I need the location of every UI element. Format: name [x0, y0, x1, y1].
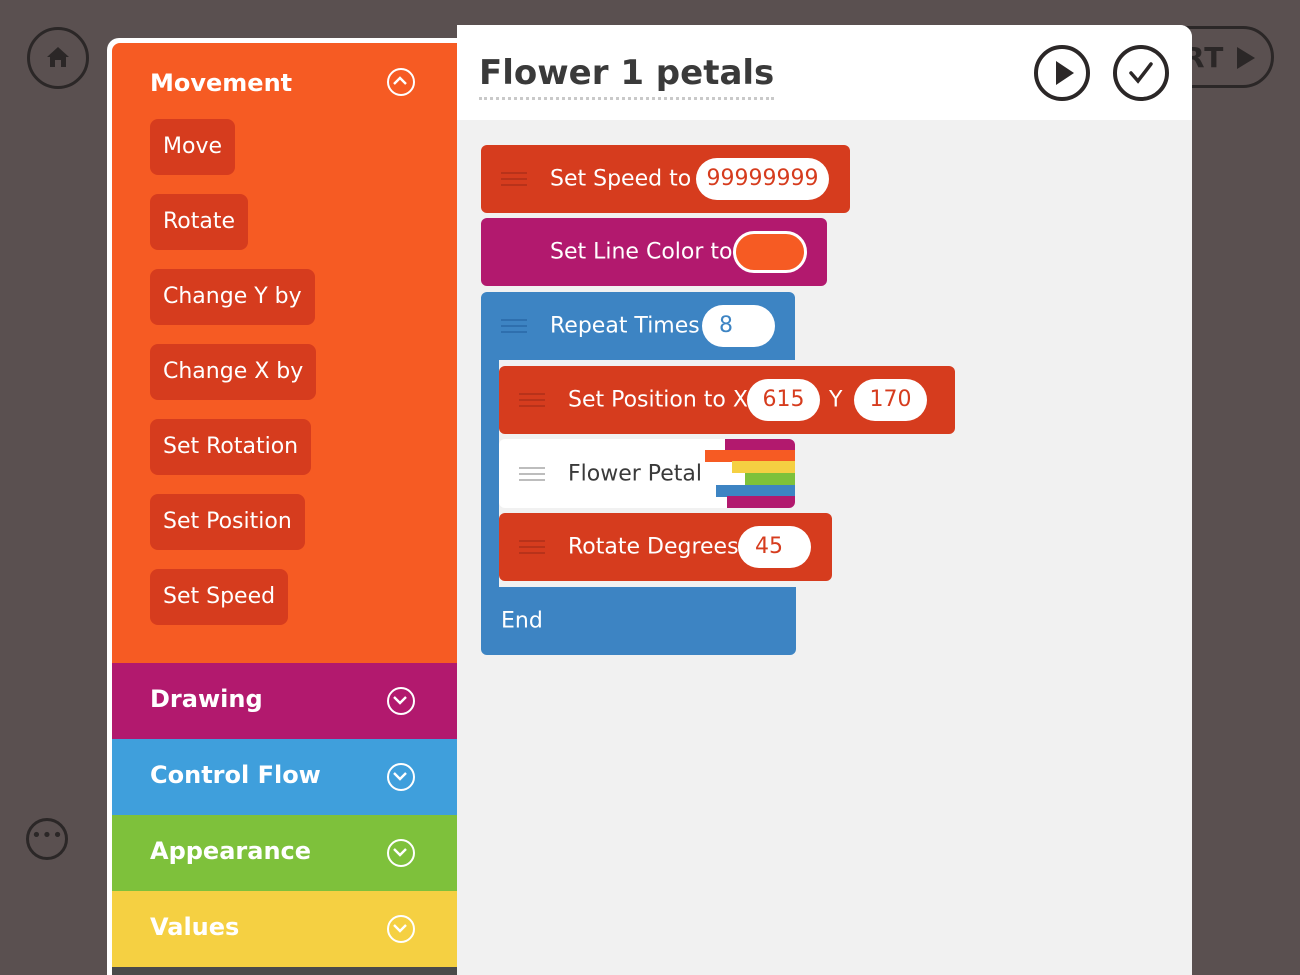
- category-title: Values: [150, 913, 240, 941]
- category-next: [112, 967, 457, 975]
- repeat-count-input[interactable]: 8: [702, 305, 775, 347]
- palette-block-change-x[interactable]: Change X by: [150, 344, 317, 400]
- rainbow-icon: [705, 439, 795, 508]
- category-title[interactable]: Movement: [150, 69, 292, 97]
- block-end[interactable]: End: [481, 587, 796, 655]
- more-dots-icon: •••: [31, 825, 63, 846]
- block-label: Rotate Degrees: [568, 534, 739, 560]
- chevron-down-icon[interactable]: [387, 763, 415, 791]
- block-set-position[interactable]: Set Position to X 615 Y 170: [499, 366, 955, 434]
- drag-handle-icon[interactable]: [519, 393, 545, 407]
- run-button[interactable]: [1034, 45, 1090, 101]
- palette-block-set-rotation[interactable]: Set Rotation: [150, 419, 312, 475]
- category-appearance[interactable]: Appearance: [112, 815, 457, 891]
- speed-value-input[interactable]: 99999999: [696, 158, 829, 200]
- block-label: Set Position to X: [568, 387, 748, 413]
- drag-handle-icon[interactable]: [501, 172, 527, 186]
- y-label: Y: [829, 387, 843, 413]
- block-set-line-color[interactable]: Set Line Color to: [481, 218, 827, 286]
- palette-block-set-speed[interactable]: Set Speed: [150, 569, 289, 625]
- category-control-flow[interactable]: Control Flow: [112, 739, 457, 815]
- done-button[interactable]: [1113, 45, 1169, 101]
- script-editor: Flower 1 petals Set Speed to 99999999 Se…: [457, 25, 1192, 975]
- drag-handle-icon[interactable]: [519, 466, 545, 481]
- category-drawing[interactable]: Drawing: [112, 663, 457, 739]
- home-icon: [45, 44, 71, 74]
- editor-header: Flower 1 petals: [457, 25, 1192, 120]
- block-repeat[interactable]: Repeat Times 8: [481, 292, 795, 360]
- palette-block-move[interactable]: Move: [150, 119, 235, 175]
- checkmark-icon: [1127, 59, 1155, 91]
- chevron-down-icon[interactable]: [387, 839, 415, 867]
- block-palette: Movement Move Rotate Change Y by Change …: [107, 38, 457, 975]
- block-label: End: [501, 608, 543, 634]
- block-rotate-degrees[interactable]: Rotate Degrees 45: [499, 513, 832, 581]
- more-options-button[interactable]: •••: [26, 818, 68, 860]
- chevron-down-icon[interactable]: [387, 915, 415, 943]
- script-title[interactable]: Flower 1 petals: [479, 53, 775, 100]
- block-label: Repeat Times: [550, 313, 700, 339]
- play-arrow-icon: [1237, 47, 1255, 69]
- chevron-up-icon[interactable]: [387, 68, 415, 96]
- block-label: Set Line Color to: [550, 239, 733, 265]
- color-swatch-input[interactable]: [733, 231, 807, 273]
- category-movement: Movement Move Rotate Change Y by Change …: [112, 43, 457, 663]
- loop-spine: [481, 360, 499, 592]
- home-button[interactable]: [27, 27, 89, 89]
- category-title: Drawing: [150, 685, 263, 713]
- palette-block-rotate[interactable]: Rotate: [150, 194, 249, 250]
- block-set-speed[interactable]: Set Speed to 99999999: [481, 145, 850, 213]
- drag-handle-icon[interactable]: [519, 540, 545, 554]
- palette-block-set-position[interactable]: Set Position: [150, 494, 305, 550]
- x-value-input[interactable]: 615: [747, 379, 820, 421]
- drag-handle-icon[interactable]: [501, 319, 527, 333]
- palette-block-change-y[interactable]: Change Y by: [150, 269, 315, 325]
- block-label: Set Speed to: [550, 166, 692, 192]
- chevron-down-icon[interactable]: [387, 687, 415, 715]
- category-title: Appearance: [150, 837, 312, 865]
- y-value-input[interactable]: 170: [854, 379, 927, 421]
- block-label: Flower Petal: [568, 461, 703, 486]
- category-title: Control Flow: [150, 761, 321, 789]
- degrees-value-input[interactable]: 45: [738, 526, 811, 568]
- block-flower-petal[interactable]: Flower Petal: [499, 439, 795, 508]
- play-icon: [1056, 61, 1074, 85]
- category-values[interactable]: Values: [112, 891, 457, 967]
